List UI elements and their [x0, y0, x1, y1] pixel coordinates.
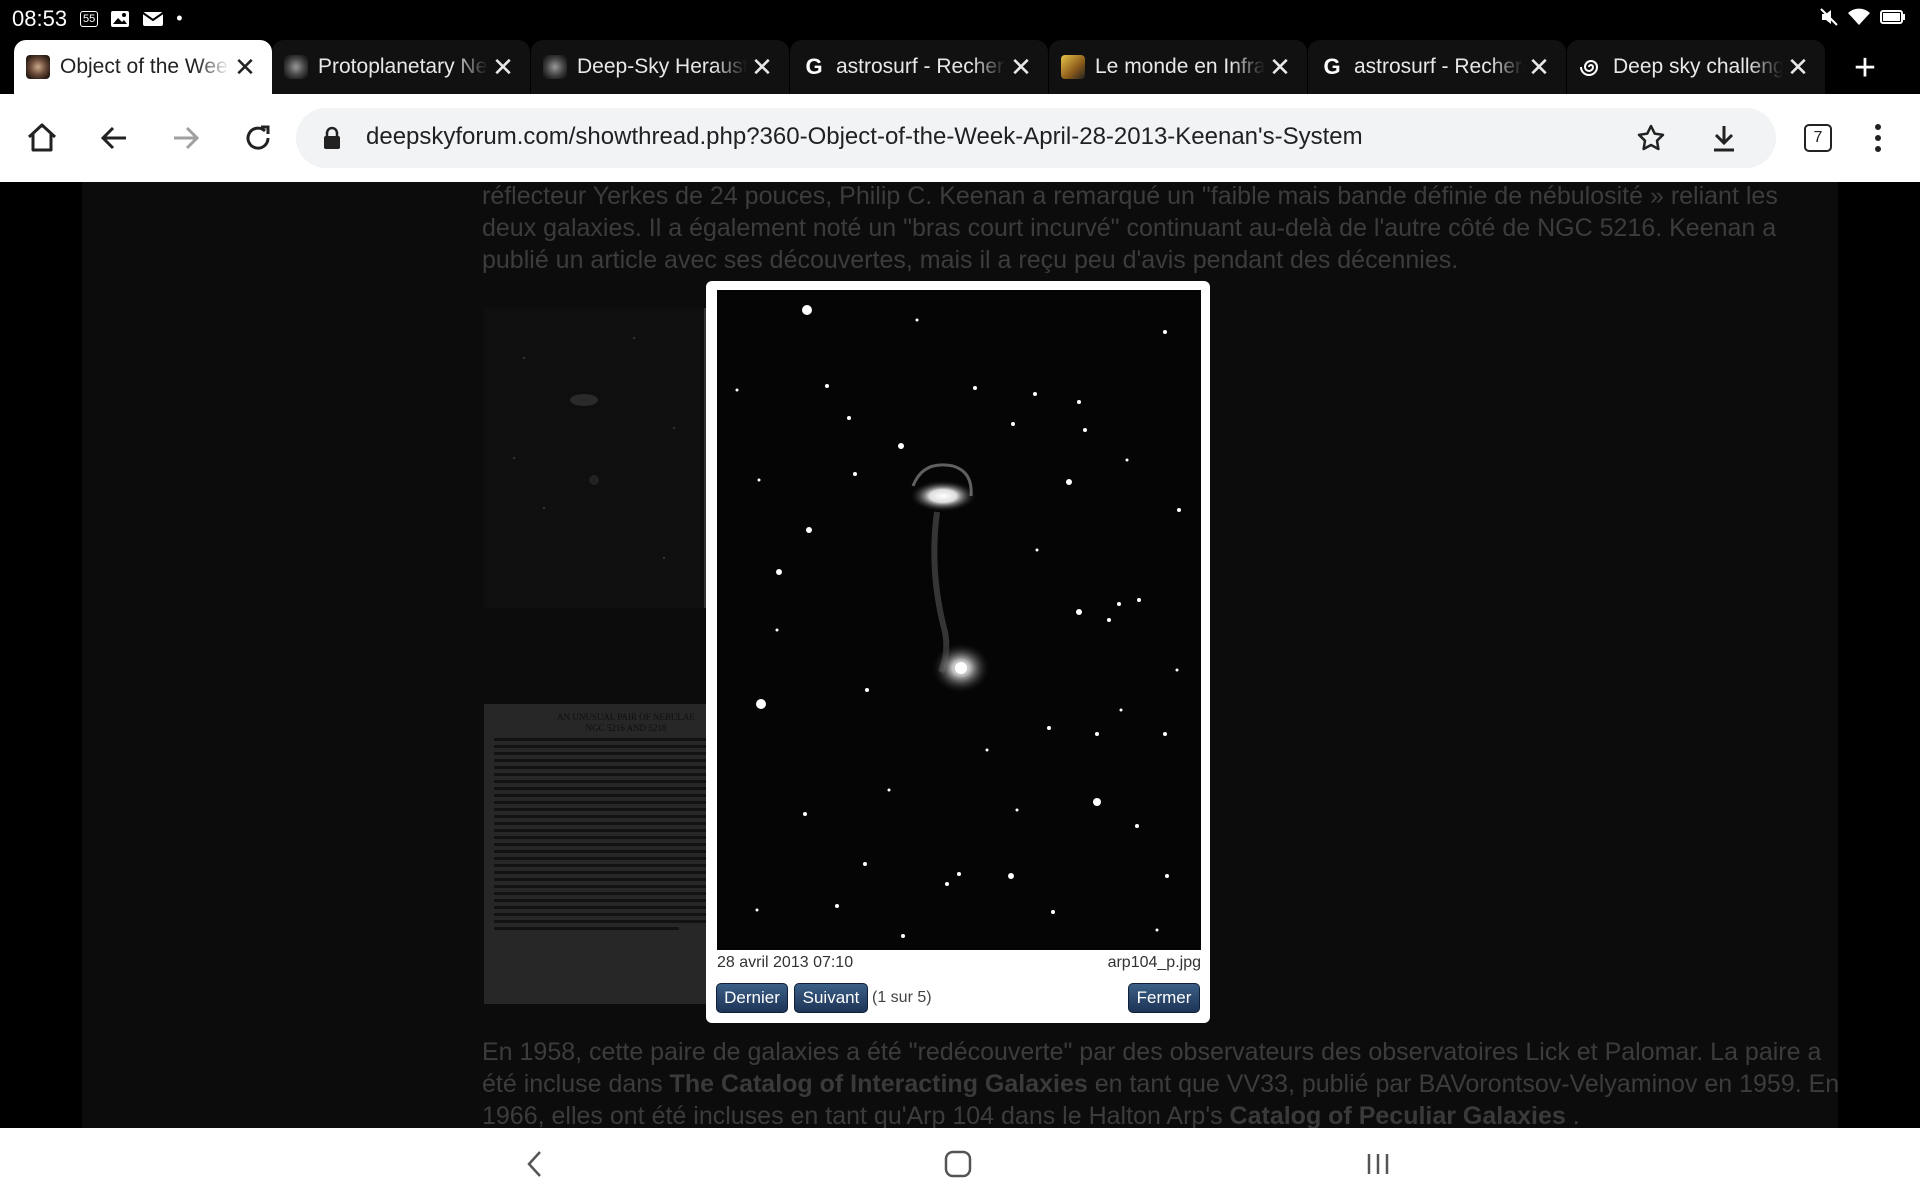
tab-count: 7	[1804, 124, 1832, 152]
catalog-link[interactable]: Catalog of Peculiar Galaxies	[1230, 1102, 1566, 1128]
close-icon[interactable]: ✕	[1524, 52, 1554, 83]
image-counter: (1 sur 5)	[872, 989, 932, 1006]
close-icon[interactable]: ✕	[488, 52, 518, 83]
star-icon[interactable]	[1636, 123, 1666, 153]
google-icon: G	[1323, 54, 1341, 79]
tab-strip: Object of the Week ✕ Protoplanetary Nebu…	[0, 38, 1920, 94]
recents-nav-icon[interactable]	[1366, 1152, 1390, 1176]
spiral-favicon	[1579, 55, 1603, 79]
gallery-icon	[111, 10, 130, 27]
text-line: publié un article avec ses découvertes, …	[482, 246, 1459, 274]
previous-button[interactable]: Dernier	[716, 983, 788, 1013]
text-line: deux galaxies. Il a également noté un "b…	[482, 214, 1777, 242]
tab-title: astrosurf - Recherche	[836, 55, 1006, 78]
text-run: .	[1565, 1102, 1580, 1128]
close-icon[interactable]: ✕	[1265, 52, 1295, 83]
close-icon[interactable]: ✕	[1783, 52, 1813, 83]
image-lightbox: 28 avril 2013 07:10 arp104_p.jpg Dernier…	[706, 281, 1210, 1023]
reload-button[interactable]	[234, 114, 282, 162]
tab-title: Le monde en Infrarouge	[1095, 55, 1265, 78]
new-tab-button[interactable]: +	[1840, 48, 1890, 90]
tab-1[interactable]: Protoplanetary Nebula ✕	[272, 40, 530, 94]
image-filename: arp104_p.jpg	[1107, 954, 1201, 971]
close-icon[interactable]: ✕	[747, 52, 777, 83]
text-run: en tant que VV33, publié par BAVorontsov…	[1087, 1070, 1840, 1098]
menu-button[interactable]	[1854, 114, 1902, 162]
text-line: En 1958, cette paire de galaxies a été "…	[482, 1038, 1822, 1066]
address-bar[interactable]: deepskyforum.com/showthread.php?360-Obje…	[296, 108, 1776, 168]
galaxy-image	[717, 290, 1201, 950]
tab-6[interactable]: Deep sky challenge ✕	[1567, 40, 1825, 94]
next-button[interactable]: Suivant	[794, 983, 868, 1013]
text-line: 1966, elles ont été incluses en tant qu'…	[482, 1100, 1902, 1128]
system-nav-bar	[0, 1128, 1920, 1200]
image-date: 28 avril 2013 07:10	[717, 954, 854, 971]
notification-badge: 55	[80, 10, 99, 27]
back-button[interactable]	[90, 114, 138, 162]
tab-5[interactable]: G astrosurf - Recherche ✕	[1308, 40, 1566, 94]
tab-title: astrosurf - Recherche	[1354, 55, 1524, 78]
more-notifications-icon: •	[176, 8, 183, 28]
home-icon	[27, 123, 57, 152]
text-run: 1966, elles ont été incluses en tant qu'…	[482, 1102, 1230, 1128]
tab-2[interactable]: Deep-Sky Heraust ✕	[531, 40, 789, 94]
mute-icon	[1820, 8, 1838, 26]
forum-favicon	[543, 55, 567, 79]
reload-icon	[246, 125, 270, 150]
tab-4[interactable]: Le monde en Infrarouge ✕	[1049, 40, 1307, 94]
battery-icon	[1880, 10, 1905, 24]
text-line: été incluse dans The Catalog of Interact…	[482, 1068, 1902, 1100]
browser-toolbar: deepskyforum.com/showthread.php?360-Obje…	[0, 94, 1920, 182]
tab-3[interactable]: G astrosurf - Recherche ✕	[790, 40, 1048, 94]
back-nav-icon[interactable]	[526, 1150, 542, 1178]
tab-title: Object of the Week	[60, 55, 230, 78]
close-button[interactable]: Fermer	[1128, 983, 1200, 1013]
tab-0[interactable]: Object of the Week ✕	[14, 40, 272, 94]
picture-favicon	[1061, 55, 1085, 79]
download-icon[interactable]	[1710, 123, 1738, 153]
home-button[interactable]	[18, 114, 66, 162]
mail-icon	[142, 11, 164, 26]
home-nav-icon[interactable]	[944, 1150, 972, 1178]
clock: 08:53	[12, 6, 68, 31]
post-paragraph-top: réflecteur Yerkes de 24 pouces, Philip C…	[482, 182, 1902, 276]
tab-title: Deep-Sky Heraust	[577, 55, 747, 78]
forward-button[interactable]	[162, 114, 210, 162]
text-run: été incluse dans	[482, 1070, 670, 1098]
arrow-left-icon	[100, 126, 126, 150]
url-text: deepskyforum.com/showthread.php?360-Obje…	[366, 123, 1363, 150]
text-line: réflecteur Yerkes de 24 pouces, Philip C…	[482, 182, 1778, 210]
arrow-right-icon	[174, 126, 200, 150]
web-page: réflecteur Yerkes de 24 pouces, Philip C…	[0, 182, 1920, 1128]
close-icon[interactable]: ✕	[230, 52, 260, 83]
wifi-icon	[1848, 8, 1870, 25]
tab-title: Protoplanetary Nebula	[318, 55, 488, 78]
lock-icon	[324, 126, 340, 149]
tab-switcher-button[interactable]: 7	[1794, 114, 1842, 162]
catalog-link[interactable]: The Catalog of Interacting Galaxies	[670, 1070, 1088, 1098]
more-vert-icon	[1875, 124, 1881, 152]
forum-favicon	[284, 55, 308, 79]
post-paragraph-bottom: En 1958, cette paire de galaxies a été "…	[482, 1036, 1902, 1128]
close-icon[interactable]: ✕	[1006, 52, 1036, 83]
galaxy-favicon	[26, 55, 50, 79]
tab-title: Deep sky challenge	[1613, 55, 1783, 78]
google-icon: G	[805, 54, 823, 79]
status-bar: 08:53 55 •	[0, 0, 1920, 38]
